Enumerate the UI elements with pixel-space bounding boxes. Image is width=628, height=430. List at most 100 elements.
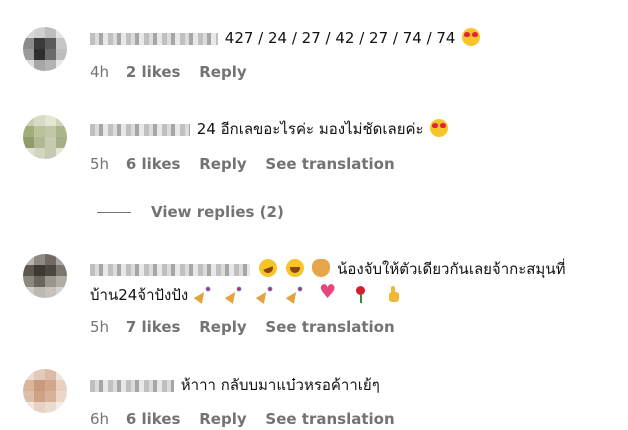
avatar-pixel <box>23 115 34 126</box>
party-popper-emoji-icon <box>195 285 211 303</box>
avatar-pixel <box>56 126 67 137</box>
growing-heart-emoji-icon <box>318 282 336 303</box>
avatar-pixel <box>45 148 56 159</box>
username[interactable] <box>90 379 174 392</box>
reply-button[interactable]: Reply <box>199 154 246 174</box>
rolling-on-floor-laughing-emoji-icon <box>256 256 280 280</box>
avatar-pixel <box>23 380 34 391</box>
comment-time: 5h <box>90 155 110 173</box>
comment-text-line: น้องจับให้ตัวเดียวกันเลยจ้ากะสมุนที่ <box>90 256 566 280</box>
avatar[interactable] <box>23 254 67 298</box>
cat-face-emoji-icon <box>312 259 331 277</box>
avatar-pixel <box>23 60 34 71</box>
avatar-pixel <box>23 265 34 276</box>
see-translation-button[interactable]: See translation <box>265 154 394 174</box>
avatar-pixel <box>23 254 34 265</box>
avatar-pixel <box>45 402 56 413</box>
avatar-pixel <box>56 287 67 298</box>
avatar-pixel <box>56 137 67 148</box>
avatar-pixel <box>56 402 67 413</box>
likes-count[interactable]: 6 likes <box>126 409 181 429</box>
avatar-pixel <box>23 391 34 402</box>
avatar-pixel <box>23 402 34 413</box>
party-popper-emoji-icon <box>287 285 304 303</box>
avatar-pixel <box>45 369 56 380</box>
avatar-pixel <box>45 60 56 71</box>
avatar-pixel <box>23 148 34 159</box>
see-translation-button[interactable]: See translation <box>265 409 394 429</box>
avatar-pixel <box>56 380 67 391</box>
avatar-pixel <box>45 27 56 38</box>
avatar-pixel <box>45 126 56 137</box>
avatar-pixel <box>34 49 45 60</box>
comment-meta: 6h 6 likes Reply See translation <box>90 409 409 429</box>
heart-eyes-emoji-icon <box>462 28 481 46</box>
avatar[interactable] <box>23 369 67 413</box>
comment-text: 427 / 24 / 27 / 42 / 27 / 74 / 74 <box>224 29 456 47</box>
view-replies-label: View replies (2) <box>151 203 284 221</box>
avatar-pixel <box>56 254 67 265</box>
avatar[interactable] <box>23 115 67 159</box>
avatar-pixel <box>23 287 34 298</box>
likes-count[interactable]: 2 likes <box>126 62 181 82</box>
avatar-pixel <box>56 369 67 380</box>
party-popper-emoji-icon <box>257 285 273 303</box>
comment-text-line: 427 / 24 / 27 / 42 / 27 / 74 / 74 <box>90 28 482 48</box>
avatar-pixel <box>23 126 34 137</box>
avatar-pixel <box>56 265 67 276</box>
avatar-pixel <box>34 27 45 38</box>
rose-emoji-icon <box>351 285 369 303</box>
reply-button[interactable]: Reply <box>199 317 246 337</box>
avatar-pixel <box>56 276 67 287</box>
comment-time: 5h <box>90 318 110 336</box>
comment-meta: 5h 6 likes Reply See translation <box>90 154 409 174</box>
avatar-pixel <box>34 254 45 265</box>
avatar-pixel <box>45 287 56 298</box>
heart-eyes-emoji-icon <box>430 119 449 137</box>
comment-text: ห้าาา กลับบมาแบ๋วหรอค้าาเย้ๆ <box>180 376 380 394</box>
avatar-pixel <box>34 148 45 159</box>
avatar-pixel <box>56 148 67 159</box>
comment-text-line: บ้าน24จ้าปังปัง <box>90 282 404 305</box>
avatar-pixel <box>45 38 56 49</box>
comment-text-line: ห้าาา กลับบมาแบ๋วหรอค้าาเย้ๆ <box>90 375 380 395</box>
reply-button[interactable]: Reply <box>199 62 246 82</box>
avatar-pixel <box>34 265 45 276</box>
avatar-pixel <box>23 49 34 60</box>
avatar-pixel <box>34 369 45 380</box>
avatar-pixel <box>34 115 45 126</box>
avatar-pixel <box>23 137 34 148</box>
comment-text-line: 24 อีกเลขอะไรค่ะ มองไม่ชัดเลยค่ะ <box>90 119 450 139</box>
reply-button[interactable]: Reply <box>199 409 246 429</box>
avatar-pixel <box>56 115 67 126</box>
avatar-pixel <box>34 38 45 49</box>
avatar-pixel <box>45 254 56 265</box>
avatar-pixel <box>45 391 56 402</box>
avatar-pixel <box>23 276 34 287</box>
avatar-pixel <box>34 126 45 137</box>
see-translation-button[interactable]: See translation <box>265 317 394 337</box>
likes-count[interactable]: 6 likes <box>126 154 181 174</box>
avatar-pixel <box>34 380 45 391</box>
username[interactable] <box>90 32 218 45</box>
party-popper-emoji-icon <box>226 285 242 303</box>
comment-time: 6h <box>90 410 110 428</box>
avatar-pixel <box>45 49 56 60</box>
comment-text: น้องจับให้ตัวเดียวกันเลยจ้ากะสมุนที่ <box>337 260 566 278</box>
comment-time: 4h <box>90 63 110 81</box>
thumbs-up-emoji-icon <box>384 285 402 303</box>
avatar-pixel <box>34 287 45 298</box>
grinning-squinting-face-emoji-icon <box>285 259 304 277</box>
avatar-pixel <box>34 402 45 413</box>
avatar-pixel <box>56 49 67 60</box>
avatar-pixel <box>56 38 67 49</box>
likes-count[interactable]: 7 likes <box>126 317 181 337</box>
avatar[interactable] <box>23 27 67 71</box>
avatar-pixel <box>34 137 45 148</box>
avatar-pixel <box>34 391 45 402</box>
username[interactable] <box>90 123 190 136</box>
username[interactable] <box>90 263 250 276</box>
avatar-pixel <box>45 115 56 126</box>
avatar-pixel <box>56 391 67 402</box>
view-replies-button[interactable]: View replies (2) <box>97 202 284 222</box>
